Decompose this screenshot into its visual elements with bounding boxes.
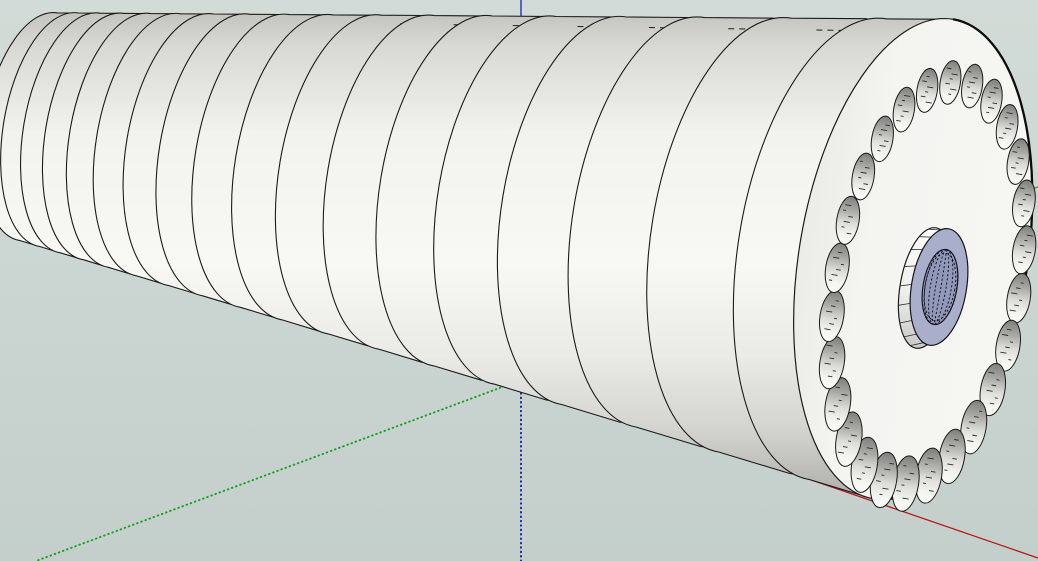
viewport-canvas[interactable] bbox=[0, 0, 1038, 561]
viewport bbox=[0, 0, 1038, 561]
